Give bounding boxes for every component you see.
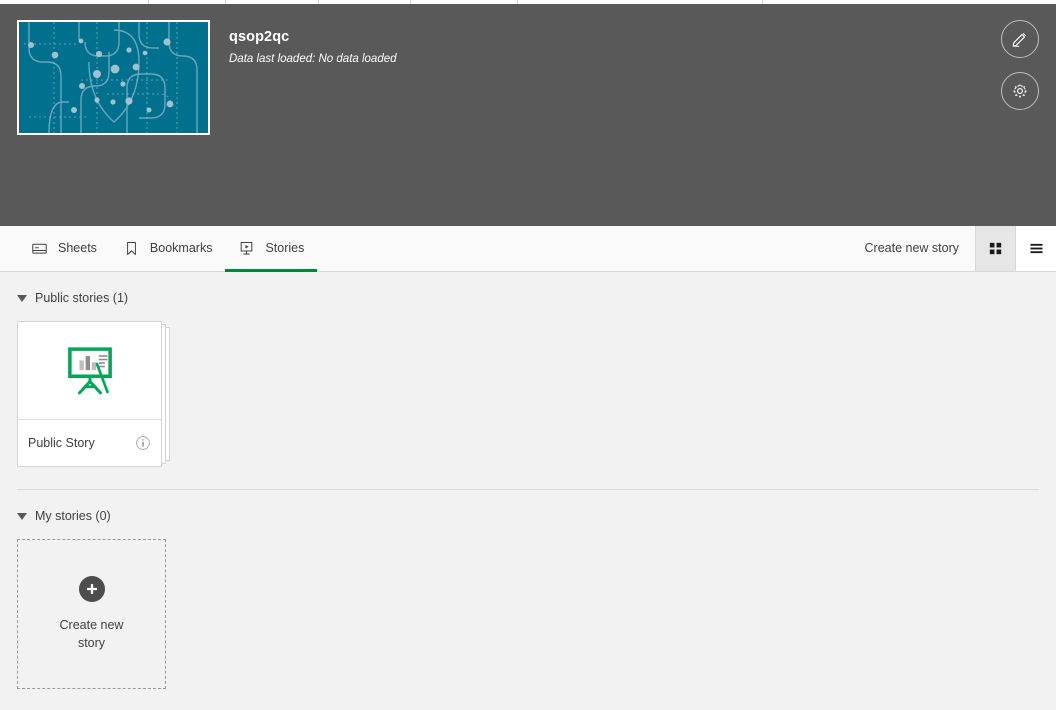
- list-icon: [1029, 243, 1043, 254]
- story-preview: [18, 322, 161, 420]
- sheets-icon: [31, 240, 48, 257]
- story-card-public-story[interactable]: Public Story: [17, 321, 162, 467]
- section-public-stories: Public stories (1) Public Story: [0, 272, 1056, 467]
- story-info-button[interactable]: [134, 434, 152, 452]
- public-stories-header[interactable]: Public stories (1): [0, 272, 1056, 305]
- grid-icon: [989, 242, 1002, 255]
- public-stories-list: Public Story: [0, 305, 1056, 467]
- chevron-down-icon: [17, 512, 27, 520]
- app-meta: qsop2qc Data last loaded: No data loaded: [229, 28, 397, 66]
- tab-bar: Sheets Bookmarks Stories: [18, 226, 318, 272]
- chevron-down-icon: [17, 294, 27, 302]
- create-new-story-card-label: Create new story: [59, 618, 124, 650]
- app-thumbnail-graphic: [19, 22, 208, 133]
- my-stories-header[interactable]: My stories (0): [0, 490, 1056, 523]
- grid-view-button[interactable]: [976, 226, 1016, 271]
- view-mode-toggles: [975, 226, 1056, 271]
- app-title: qsop2qc: [229, 29, 290, 45]
- tab-sheets-label: Sheets: [58, 241, 97, 255]
- story-title: Public Story: [28, 436, 95, 450]
- public-stories-title: Public stories (1): [35, 291, 129, 305]
- tab-bookmarks-label: Bookmarks: [149, 241, 213, 255]
- toolbar-right: Create new story: [865, 226, 1056, 271]
- bookmark-icon: [123, 240, 140, 257]
- list-view-button[interactable]: [1016, 226, 1056, 271]
- tab-sheets[interactable]: Sheets: [18, 227, 110, 272]
- header-actions: [1001, 20, 1039, 124]
- story-card-wrapper: Public Story: [17, 321, 187, 467]
- info-icon: [136, 436, 150, 450]
- app-toolbar: Sheets Bookmarks Stories Create new stor…: [0, 226, 1056, 272]
- app-thumbnail[interactable]: [17, 20, 210, 135]
- story-footer: Public Story: [18, 420, 161, 466]
- my-stories-list: Create new story: [0, 523, 1056, 689]
- plus-circle-icon: [78, 576, 105, 602]
- create-new-story-link[interactable]: Create new story: [865, 226, 975, 271]
- gear-icon: [1013, 84, 1027, 98]
- pencil-icon: [1012, 32, 1027, 47]
- app-last-loaded: Data last loaded: No data loaded: [229, 53, 397, 65]
- my-stories-title: My stories (0): [35, 509, 111, 523]
- create-new-story-card[interactable]: Create new story: [17, 539, 166, 689]
- tab-stories-label: Stories: [265, 241, 305, 255]
- edit-app-button[interactable]: [1001, 20, 1039, 58]
- easel-chart-icon: [67, 346, 112, 394]
- stories-content: Public stories (1) Public Story My stori…: [0, 272, 1056, 710]
- tab-stories[interactable]: Stories: [225, 227, 318, 272]
- tab-bookmarks[interactable]: Bookmarks: [110, 227, 226, 272]
- app-header: qsop2qc Data last loaded: No data loaded: [0, 4, 1056, 226]
- app-settings-button[interactable]: [1001, 72, 1039, 110]
- section-my-stories: My stories (0) Create new story: [0, 490, 1056, 689]
- story-icon: [238, 240, 255, 257]
